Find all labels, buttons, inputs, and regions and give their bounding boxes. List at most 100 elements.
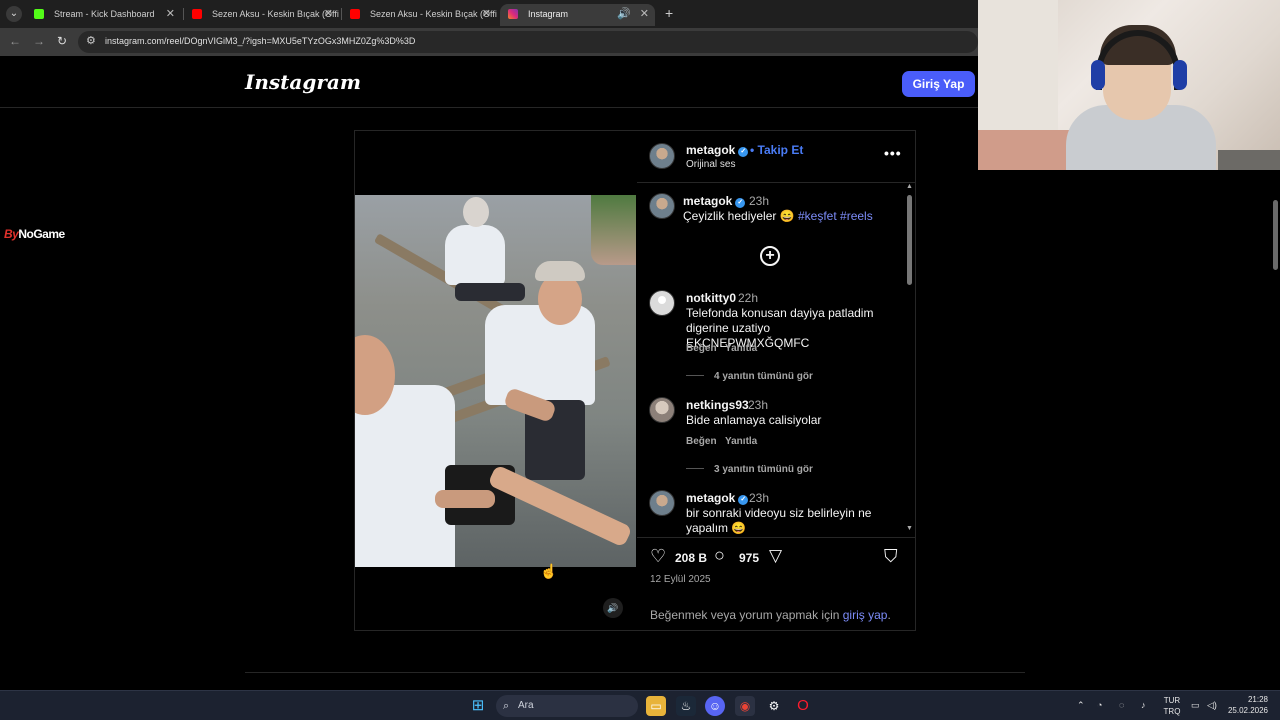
comment-username[interactable]: notkitty0 — [686, 291, 736, 305]
tab-youtube-2[interactable]: Sezen Aksu - Keskin Bıçak (Offic ✕ — [342, 4, 497, 26]
caption-avatar[interactable] — [649, 193, 675, 219]
comment-time: 23h — [748, 398, 769, 412]
youtube-icon — [192, 9, 202, 19]
steam-icon[interactable]: ♨ — [676, 696, 696, 716]
view-replies-button[interactable]: 4 yanıtın tümünü gör — [686, 371, 813, 382]
tab-youtube-1[interactable]: Sezen Aksu - Keskin Bıçak (Offic ✕ — [184, 4, 339, 26]
tab-search-button[interactable]: ⌄ — [6, 6, 22, 22]
comment-avatar[interactable] — [649, 397, 675, 423]
view-replies-text: 4 yanıtın tümünü gör — [714, 371, 813, 382]
mouse-cursor-icon: ☝ — [540, 563, 558, 579]
reply-button[interactable]: Yanıtla — [725, 436, 757, 447]
discord-icon[interactable]: ☺ — [705, 696, 725, 716]
close-icon[interactable]: ✕ — [166, 4, 175, 24]
taskbar-clock[interactable]: 21:28 25.02.2026 — [1226, 694, 1268, 716]
bookmark-icon[interactable]: ⛉ — [884, 546, 898, 567]
verified-icon: ✓ — [735, 198, 746, 208]
opera-icon[interactable]: O — [793, 696, 813, 716]
clock-date: 25.02.2026 — [1227, 706, 1268, 715]
comments-scrollbar[interactable]: ▲ ▼ — [906, 183, 914, 535]
clock-time: 21:28 — [1247, 695, 1268, 704]
login-button[interactable]: Giriş Yap — [902, 71, 975, 97]
like-comment-button[interactable]: Beğen — [686, 436, 717, 447]
share-icon[interactable]: ▽ — [769, 546, 782, 566]
search-icon: ⌕ — [503, 700, 510, 712]
follow-button[interactable]: • Takip Et — [750, 143, 803, 157]
author-username-text: metagok — [686, 143, 736, 157]
video-frame — [355, 195, 636, 567]
settings-app-icon[interactable]: ⚙ — [764, 696, 784, 716]
webcam-overlay — [978, 0, 1280, 170]
youtube-icon — [350, 9, 360, 19]
url-text: instagram.com/reel/DOgnVIGiM3_/?igsh=MXU… — [105, 36, 416, 46]
tab-instagram[interactable]: Instagram 🔊 ✕ — [500, 4, 655, 26]
reply-button[interactable]: Yanıtla — [725, 343, 757, 354]
comment-avatar[interactable] — [649, 290, 675, 316]
tray-app-icon[interactable]: ◔ — [1097, 700, 1102, 710]
comment-count: 975 — [739, 551, 760, 565]
close-icon[interactable]: ✕ — [640, 4, 649, 24]
comment-username[interactable]: netkings93 — [686, 398, 749, 412]
verified-icon: ✓ — [738, 147, 749, 157]
close-icon[interactable]: ✕ — [324, 4, 333, 24]
like-comment-button[interactable]: Beğen — [686, 343, 717, 354]
caption-hashtags[interactable]: #keşfet #reels — [798, 209, 873, 223]
page-scrollbar[interactable] — [1270, 170, 1280, 690]
scroll-up-icon[interactable]: ▲ — [906, 183, 913, 190]
site-settings-icon[interactable]: ⚙ — [86, 34, 96, 47]
author-username[interactable]: metagok ✓ — [686, 143, 749, 157]
more-options-icon[interactable]: ••• — [884, 145, 902, 161]
scrollbar-thumb[interactable] — [907, 195, 912, 285]
caption-username[interactable]: metagok ✓ — [683, 194, 746, 208]
instagram-logo[interactable]: Instagram — [245, 70, 361, 94]
forward-icon[interactable]: → — [33, 34, 45, 48]
volume-icon[interactable]: ◁) — [1207, 700, 1217, 711]
network-icon[interactable]: ◌ — [1119, 700, 1124, 710]
author-avatar[interactable] — [649, 143, 675, 169]
caption-time: 23h — [749, 194, 770, 208]
verified-icon: ✓ — [738, 495, 749, 505]
follow-separator: • — [750, 143, 755, 157]
speaker-icon[interactable]: 🔊 — [617, 4, 631, 24]
language-top: TUR — [1163, 696, 1181, 705]
language-indicator[interactable]: TUR TRQ — [1163, 695, 1181, 717]
comment-avatar[interactable] — [649, 490, 675, 516]
address-bar[interactable]: ⚙ instagram.com/reel/DOgnVIGiM3_/?igsh=M… — [78, 31, 978, 53]
microphone-icon[interactable]: ♪ — [1141, 700, 1146, 710]
chrome-icon[interactable]: ◉ — [735, 696, 755, 716]
taskbar-search[interactable]: ⌕ Ara — [496, 695, 638, 717]
close-icon[interactable]: ✕ — [482, 4, 491, 24]
post-date: 12 Eylül 2025 — [650, 574, 711, 585]
windows-start-icon[interactable]: ⊞ — [468, 696, 488, 716]
mute-toggle-icon[interactable]: 🔊 — [603, 598, 623, 618]
reload-icon[interactable]: ↻ — [57, 34, 67, 48]
post-header — [637, 131, 915, 183]
display-icon[interactable]: ▭ — [1191, 700, 1200, 711]
bynogame-name: NoGame — [18, 227, 65, 241]
audio-label[interactable]: Orijinal ses — [686, 159, 735, 170]
like-count[interactable]: 208 B — [675, 551, 707, 565]
load-more-comments-icon[interactable]: + — [760, 246, 780, 266]
file-explorer-icon[interactable]: ▭ — [646, 696, 666, 716]
scroll-down-icon[interactable]: ▼ — [906, 525, 913, 532]
comment-username[interactable]: metagok ✓ — [686, 491, 749, 505]
view-replies-button[interactable]: 3 yanıtın tümünü gör — [686, 464, 813, 475]
instagram-icon — [508, 9, 518, 19]
login-prompt-text: Beğenmek veya yorum yapmak için — [650, 608, 843, 622]
reel-video[interactable] — [355, 131, 636, 630]
comment-icon[interactable]: ○ — [714, 545, 725, 566]
comment-text: Bide anlamaya calisiyolar — [686, 413, 822, 427]
comment-text: Telefonda konusan dayiya patladim digeri… — [686, 306, 874, 350]
bynogame-by: By — [4, 227, 19, 241]
comment-username-text: metagok — [686, 491, 736, 505]
search-placeholder: Ara — [518, 700, 534, 711]
heart-icon[interactable]: ♡ — [650, 546, 666, 567]
back-icon[interactable]: ← — [9, 34, 21, 48]
login-link[interactable]: giriş yap — [843, 608, 888, 622]
new-tab-button[interactable]: + — [665, 5, 673, 21]
tab-kick-dashboard[interactable]: Stream - Kick Dashboard ✕ — [26, 4, 181, 26]
tray-overflow-icon[interactable]: ⌃ — [1077, 700, 1085, 711]
page-scrollbar-thumb[interactable] — [1273, 200, 1278, 270]
actions-divider — [637, 537, 915, 538]
language-bottom: TRQ — [1163, 707, 1181, 716]
